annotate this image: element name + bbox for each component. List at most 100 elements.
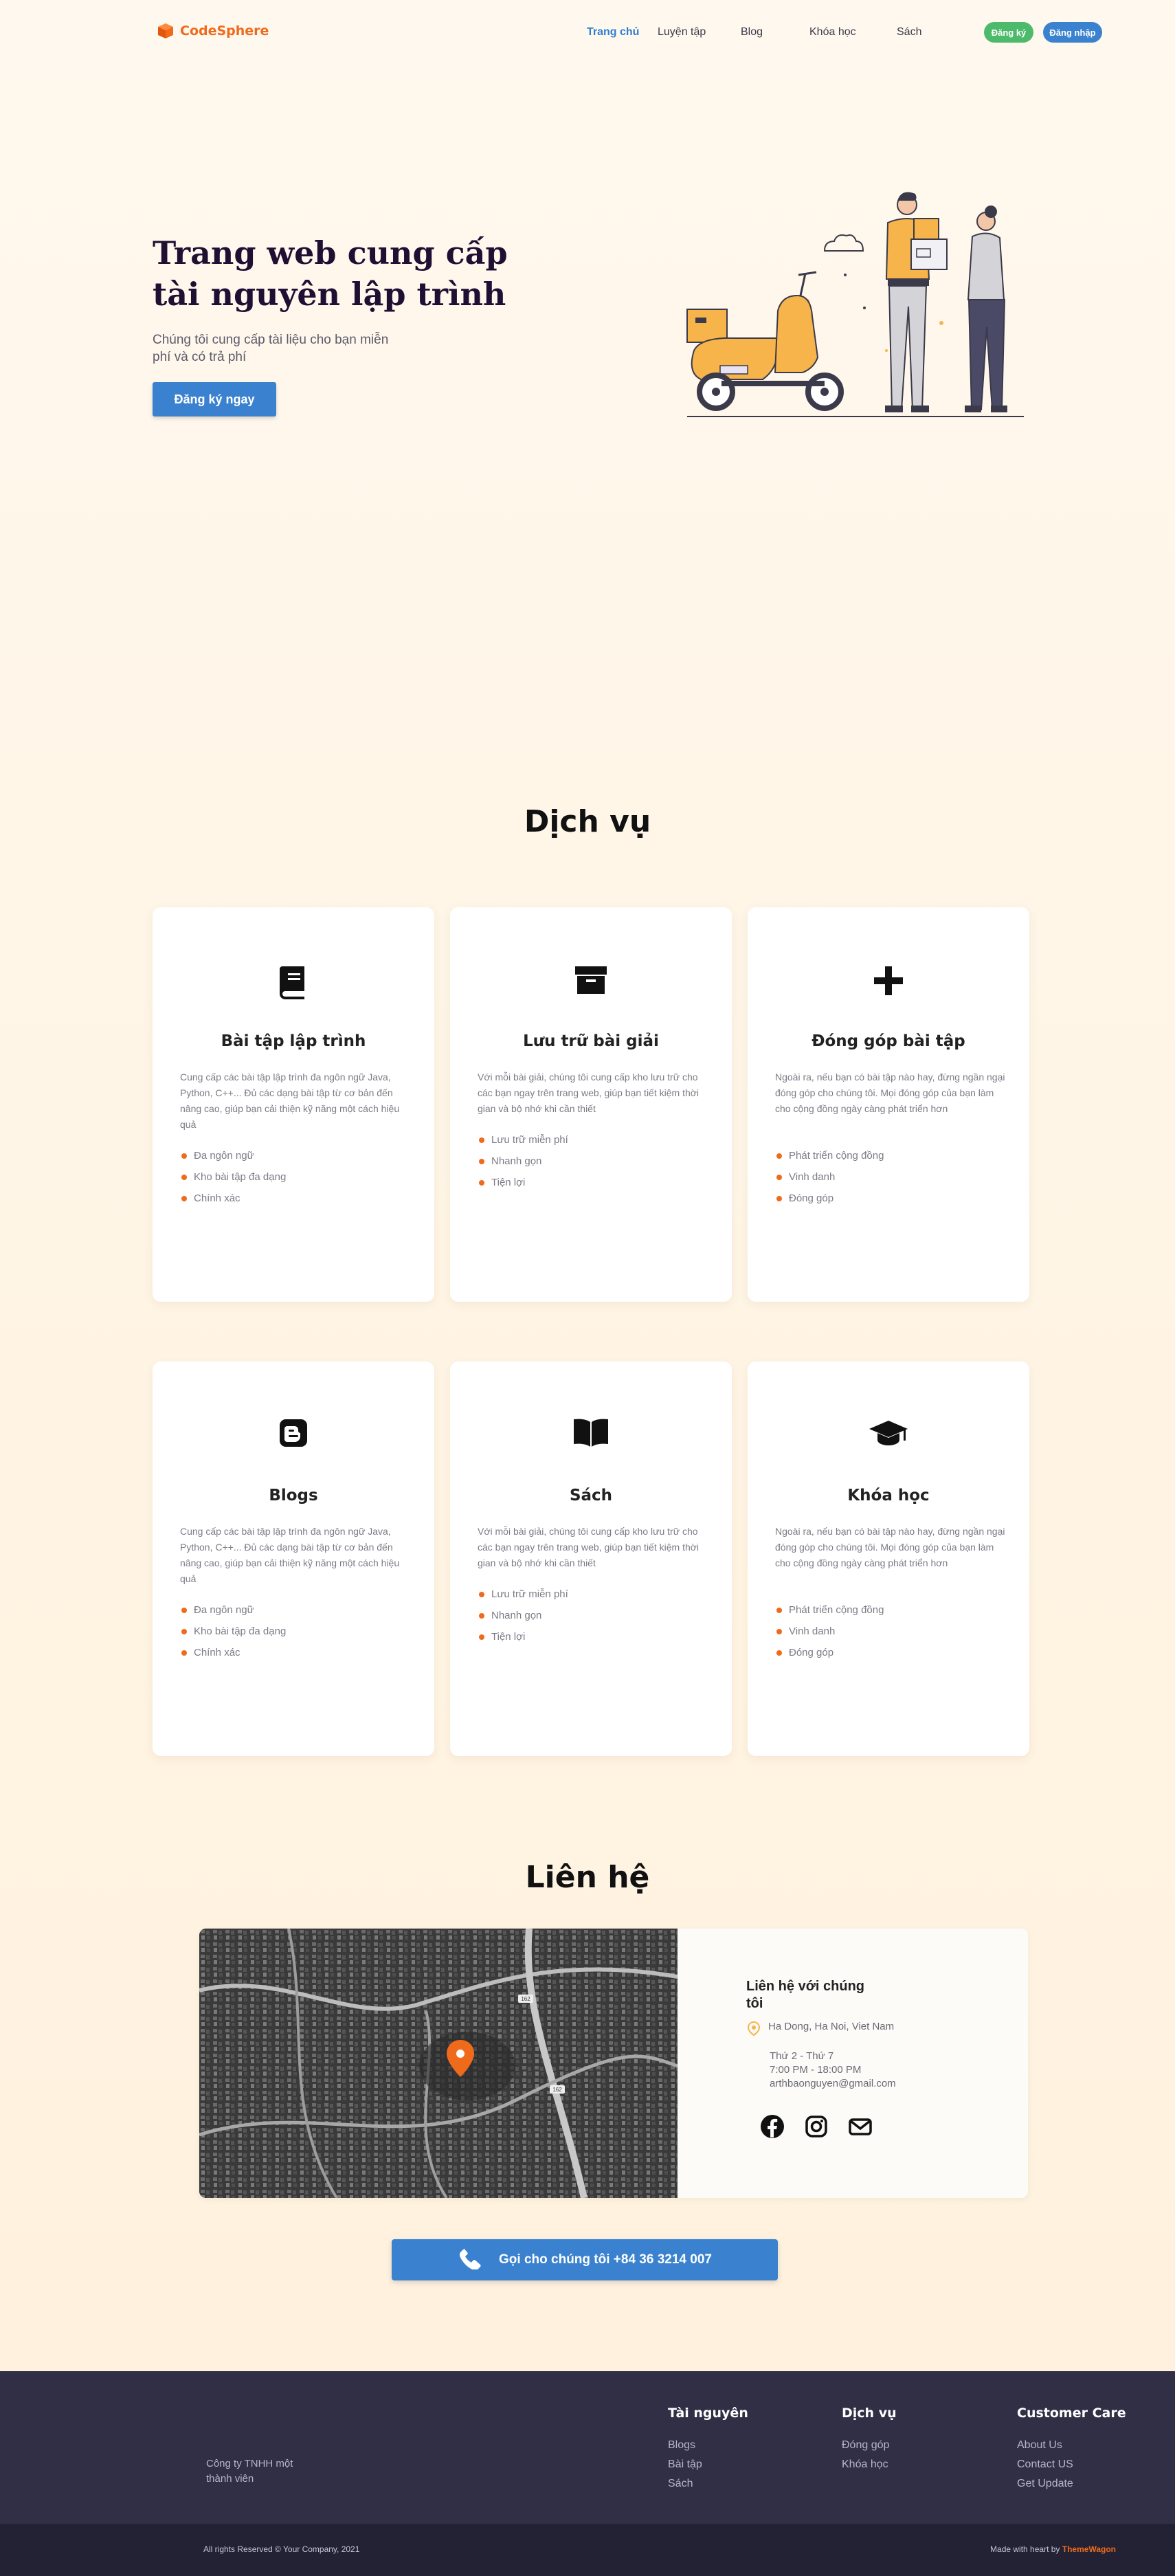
service-feature-label: Kho bài tập đa dạng: [194, 1171, 287, 1183]
blogger-icon: [153, 1418, 434, 1459]
cube-logo-icon: [157, 22, 175, 40]
made-with-text: Made with heart by ThemeWagon: [990, 2544, 1116, 2554]
bullet-dot-icon: [776, 1650, 782, 1656]
login-button[interactable]: Đăng nhập: [1043, 22, 1102, 43]
service-feature-label: Vinh danh: [789, 1171, 836, 1183]
service-feature-list: Đa ngôn ngữ Kho bài tập đa dạng Chính xác: [181, 1145, 286, 1209]
bullet-dot-icon: [776, 1628, 782, 1634]
service-card[interactable]: Đóng góp bài tập Ngoài ra, nếu bạn có bài…: [748, 907, 1029, 1302]
service-card-description: Cung cấp các bài tập lập trình đa ngôn n…: [180, 1526, 400, 1584]
footer-link-blogs[interactable]: Blogs: [668, 2436, 748, 2455]
service-feature-item: Đóng góp: [776, 1642, 884, 1663]
service-feature-item: Nhanh gọn: [479, 1151, 568, 1172]
bullet-dot-icon: [776, 1607, 782, 1613]
call-us-label: Gọi cho chúng tôi +84 36 3214 007: [499, 2252, 712, 2267]
footer-col-customer-care: Customer Care About Us Contact US Get Up…: [1017, 2406, 1126, 2494]
signup-now-button[interactable]: Đăng ký ngay: [153, 382, 276, 417]
service-card-description: Ngoài ra, nếu bạn có bài tập nào hay, đừ…: [775, 1526, 1005, 1568]
footer: Công ty TNHH một thành viên Tài nguyên B…: [0, 2371, 1175, 2524]
service-feature-label: Chính xác: [194, 1647, 240, 1658]
service-card[interactable]: Bài tập lập trình Cung cấp các bài tập lậ…: [153, 907, 434, 1302]
footer-link-about[interactable]: About Us: [1017, 2436, 1126, 2455]
bullet-dot-icon: [776, 1174, 782, 1180]
service-feature-label: Chính xác: [194, 1192, 240, 1204]
service-feature-label: Lưu trữ miễn phí: [491, 1134, 568, 1146]
top-nav: CodeSphere Trang chủ Luyện tập Blog Khóa…: [0, 21, 1175, 48]
bullet-dot-icon: [776, 1153, 782, 1159]
service-card-title: Sách: [569, 1487, 613, 1504]
nav-courses[interactable]: Khóa học: [809, 26, 856, 38]
service-card-description: Ngoài ra, nếu bạn có bài tập nào hay, đừ…: [775, 1072, 1005, 1114]
service-feature-list: Phát triển cộng đồng Vinh danh Đóng góp: [776, 1145, 884, 1209]
brand-logo[interactable]: CodeSphere: [157, 22, 269, 40]
footer-link-contribute[interactable]: Đóng góp: [842, 2436, 897, 2455]
service-card-title: Blogs: [269, 1487, 318, 1504]
service-card-description: Với mỗi bài giải, chúng tôi cung cấp kho…: [478, 1526, 700, 1568]
map-road-label: 162: [521, 1996, 530, 2002]
themewagon-link[interactable]: ThemeWagon: [1062, 2544, 1116, 2554]
service-feature-label: Đóng góp: [789, 1192, 834, 1204]
contact-box-title: Liên hệ với chúng tôi: [746, 1979, 865, 2011]
service-feature-label: Đóng góp: [789, 1647, 834, 1658]
email-icon[interactable]: [848, 2114, 873, 2139]
copyright-text: All rights Reserved © Your Company, 2021: [203, 2544, 360, 2554]
service-feature-item: Tiện lợi: [479, 1626, 568, 1647]
service-feature-item: Đa ngôn ngữ: [181, 1145, 286, 1166]
register-button[interactable]: Đăng ký: [984, 22, 1033, 43]
contact-box: 162 162 Liên hệ với chúng tôi Ha Dong, H…: [199, 1929, 1028, 2198]
service-card-title: Lưu trữ bài giải: [523, 1032, 659, 1050]
social-links: [760, 2114, 952, 2139]
address-text: Ha Dong, Ha Noi, Viet Nam: [768, 2021, 895, 2032]
service-feature-item: Phát triển cộng đồng: [776, 1599, 884, 1621]
bullet-dot-icon: [181, 1153, 187, 1159]
bullet-dot-icon: [479, 1591, 484, 1597]
nav-home[interactable]: Trang chủ: [587, 26, 639, 38]
footer-link-contact[interactable]: Contact US: [1017, 2455, 1126, 2474]
footer-link-exercises[interactable]: Bài tập: [668, 2455, 748, 2474]
plus-icon: [748, 964, 1029, 1005]
service-feature-label: Tiện lợi: [491, 1177, 526, 1188]
footer-link-courses[interactable]: Khóa học: [842, 2455, 897, 2474]
service-card[interactable]: Sách Với mỗi bài giải, chúng tôi cung cấp…: [450, 1362, 732, 1756]
service-card-title: Khóa học: [847, 1487, 930, 1504]
service-feature-item: Phát triển cộng đồng: [776, 1145, 884, 1166]
footer-col-title: Customer Care: [1017, 2406, 1126, 2421]
service-feature-label: Nhanh gọn: [491, 1610, 542, 1621]
footer-bottom-bar: All rights Reserved © Your Company, 2021…: [0, 2524, 1175, 2576]
service-feature-item: Lưu trữ miễn phí: [479, 1584, 568, 1605]
hero-title: Trang web cung cấp tài nguyên lập trình: [153, 234, 508, 313]
service-feature-item: Kho bài tập đa dạng: [181, 1166, 286, 1188]
contact-info: Liên hệ với chúng tôi Ha Dong, Ha Noi, V…: [746, 1978, 952, 2139]
footer-company: Công ty TNHH một thành viên: [206, 2458, 293, 2485]
call-us-button[interactable]: Gọi cho chúng tôi +84 36 3214 007: [392, 2239, 778, 2280]
footer-link-update[interactable]: Get Update: [1017, 2474, 1126, 2494]
service-feature-label: Đa ngôn ngữ: [194, 1604, 254, 1616]
footer-link-books[interactable]: Sách: [668, 2474, 748, 2494]
hours-time: 7:00 PM - 18:00 PM: [770, 2064, 862, 2076]
footer-col-title: Dịch vụ: [842, 2406, 897, 2421]
location-pin-icon: [746, 2021, 761, 2039]
service-feature-item: Nhanh gọn: [479, 1605, 568, 1626]
service-card-title: Bài tập lập trình: [221, 1032, 366, 1050]
service-card[interactable]: Khóa học Ngoài ra, nếu bạn có bài tập nào…: [748, 1362, 1029, 1756]
nav-practice[interactable]: Luyện tập: [658, 26, 706, 38]
service-card[interactable]: Lưu trữ bài giải Với mỗi bài giải, chúng …: [450, 907, 732, 1302]
service-feature-list: Đa ngôn ngữ Kho bài tập đa dạng Chính xác: [181, 1599, 286, 1663]
nav-blog[interactable]: Blog: [741, 26, 763, 38]
map-view[interactable]: 162 162: [199, 1929, 678, 2198]
facebook-icon[interactable]: [760, 2114, 785, 2139]
contact-email[interactable]: arthbaonguyen@gmail.com: [770, 2077, 952, 2091]
bullet-dot-icon: [479, 1612, 484, 1619]
service-feature-list: Phát triển cộng đồng Vinh danh Đóng góp: [776, 1599, 884, 1663]
bullet-dot-icon: [479, 1634, 484, 1640]
service-feature-label: Phát triển cộng đồng: [789, 1604, 884, 1616]
service-feature-item: Kho bài tập đa dạng: [181, 1621, 286, 1642]
service-card[interactable]: Blogs Cung cấp các bài tập lập trình đa n…: [153, 1362, 434, 1756]
service-feature-list: Lưu trữ miễn phí Nhanh gọn Tiện lợi: [479, 1584, 568, 1647]
map-road-label: 162: [552, 2087, 562, 2093]
bullet-dot-icon: [181, 1607, 187, 1613]
hours-days: Thứ 2 - Thứ 7: [770, 2050, 834, 2062]
nav-books[interactable]: Sách: [897, 26, 921, 38]
service-feature-label: Nhanh gọn: [491, 1155, 542, 1167]
instagram-icon[interactable]: [804, 2114, 829, 2139]
